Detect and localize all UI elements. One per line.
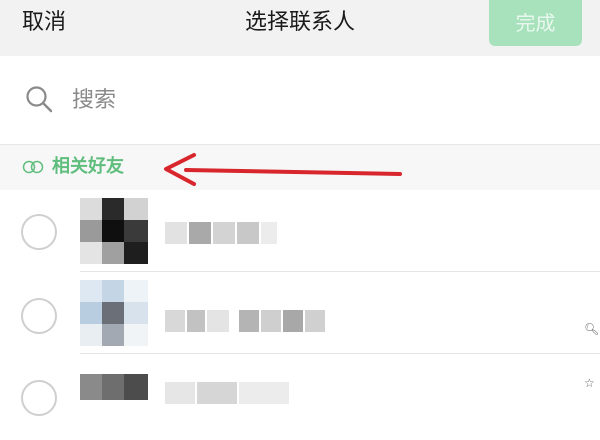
- search-bar[interactable]: [0, 56, 600, 144]
- contact-name-pixelated: [165, 310, 327, 332]
- avatar: [80, 280, 148, 346]
- search-icon: [26, 86, 53, 113]
- contact-name-pixelated: [165, 222, 279, 244]
- select-radio[interactable]: [21, 298, 57, 334]
- search-icon[interactable]: 🔍︎: [584, 322, 599, 336]
- avatar: [80, 374, 148, 440]
- contact-row[interactable]: ☆: [0, 354, 600, 436]
- select-radio[interactable]: [21, 380, 57, 416]
- contact-row[interactable]: 🔍︎: [0, 272, 600, 354]
- nav-bar: 取消 选择联系人 完成: [0, 0, 600, 56]
- done-button[interactable]: 完成: [489, 0, 582, 46]
- select-radio[interactable]: [21, 214, 57, 250]
- red-arrow-annotation: [164, 153, 402, 186]
- star-icon[interactable]: ☆: [584, 376, 595, 390]
- contact-row[interactable]: [0, 190, 600, 272]
- contact-name-pixelated: [165, 382, 291, 404]
- search-input[interactable]: [72, 84, 572, 116]
- related-friends-icon: [22, 160, 44, 174]
- avatar: [80, 198, 148, 264]
- section-label: 相关好友: [52, 156, 124, 177]
